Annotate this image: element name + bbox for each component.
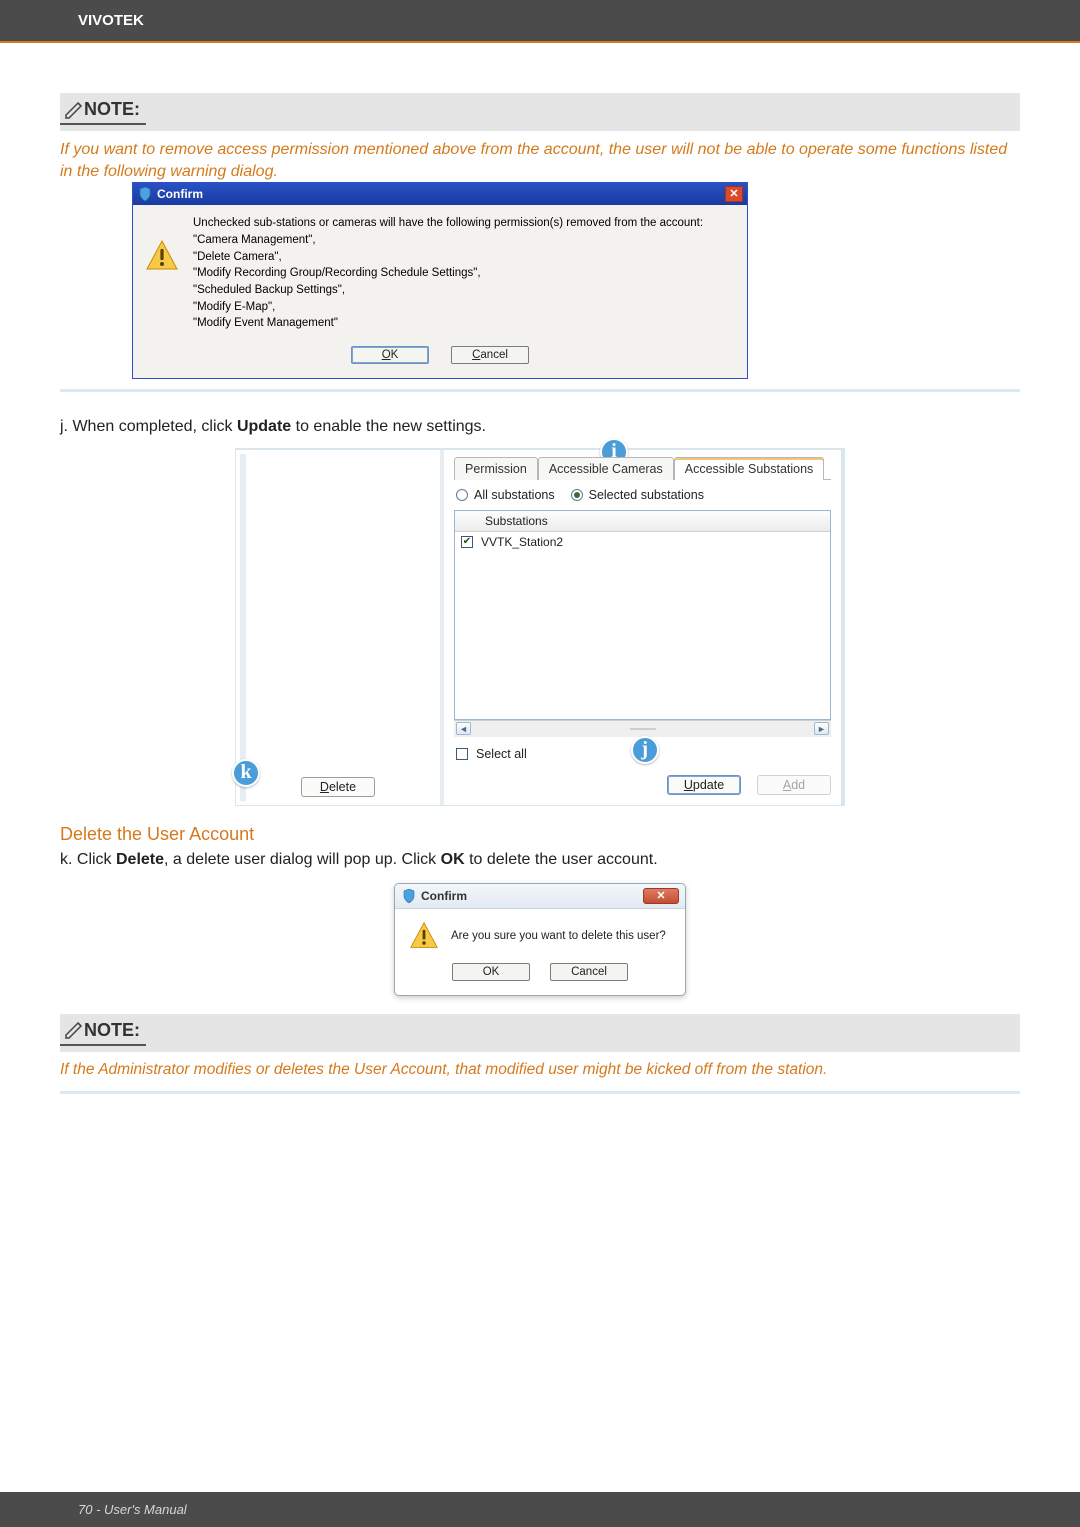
confirm-line: "Delete Camera", <box>193 249 703 266</box>
tab-permission[interactable]: Permission <box>454 457 538 480</box>
radio-label: Selected substations <box>589 488 704 502</box>
confirm-title-bar: Confirm ✕ <box>133 183 747 205</box>
ok-button[interactable]: OK <box>351 346 429 364</box>
footer-text: 70 - User's Manual <box>78 1502 187 1517</box>
confirm-message: Are you sure you want to delete this use… <box>451 930 666 942</box>
note-bar: NOTE: <box>60 93 1020 131</box>
shield-icon <box>139 187 151 201</box>
note-heading: NOTE: <box>84 1020 140 1041</box>
substation-scope-radios: All substations Selected substations <box>454 480 831 510</box>
confirm-body-text: Unchecked sub-stations or cameras will h… <box>193 215 703 332</box>
pencil-icon <box>64 1020 84 1040</box>
confirm-line: "Camera Management", <box>193 232 703 249</box>
tab-accessible-substations[interactable]: Accessible Substations <box>674 457 825 480</box>
step-k-text: k. Click Delete, a delete user dialog wi… <box>60 851 1020 869</box>
warning-icon <box>409 921 439 951</box>
callout-k: k <box>232 759 260 787</box>
section-divider <box>60 389 1020 392</box>
note-text: If you want to remove access permission … <box>60 139 1020 182</box>
substations-panel: k Delete i Permission Accessible Cameras… <box>235 448 845 806</box>
confirm-line: "Modify Event Management" <box>193 315 703 332</box>
list-item-label: VVTK_Station2 <box>481 535 563 549</box>
note-bar: NOTE: <box>60 1014 1020 1052</box>
panel-left-column: k Delete <box>236 450 444 805</box>
checkbox-empty-icon[interactable] <box>456 748 468 760</box>
tab-bar: Permission Accessible Cameras Accessible… <box>454 456 831 480</box>
confirm-line: "Modify E-Map", <box>193 299 703 316</box>
pencil-icon <box>64 100 84 120</box>
scroll-thumb[interactable] <box>630 728 656 730</box>
radio-icon <box>456 489 468 501</box>
checkbox-checked-icon[interactable]: ✔ <box>461 536 473 548</box>
select-all-row[interactable]: Select all j <box>454 737 831 761</box>
confirm-dialog-permissions: Confirm ✕ Unchecked sub-stations or came… <box>132 182 748 379</box>
page-footer: 70 - User's Manual <box>0 1492 1080 1527</box>
confirm-line: Unchecked sub-stations or cameras will h… <box>193 215 703 232</box>
scroll-left-icon[interactable]: ◄ <box>456 722 471 735</box>
close-button[interactable]: ✕ <box>643 888 679 904</box>
radio-label: All substations <box>474 488 555 502</box>
confirm-line: "Scheduled Backup Settings", <box>193 282 703 299</box>
confirm-title: Confirm <box>421 889 467 903</box>
header-bar: VIVOTEK <box>0 0 1080 41</box>
close-button[interactable]: ✕ <box>725 186 743 202</box>
radio-selected-substations[interactable]: Selected substations <box>571 488 704 502</box>
callout-j: j <box>631 736 659 764</box>
add-button: Add <box>757 775 831 795</box>
delete-account-heading: Delete the User Account <box>60 824 1020 845</box>
column-header: Substations <box>455 511 830 532</box>
close-x-icon: ✕ <box>729 189 738 200</box>
shield-icon <box>403 889 415 903</box>
confirm-delete-dialog: Confirm ✕ Are you sure you want to delet… <box>394 883 686 996</box>
list-item[interactable]: ✔ VVTK_Station2 <box>455 532 830 552</box>
scroll-right-icon[interactable]: ► <box>814 722 829 735</box>
horizontal-scrollbar[interactable]: ◄ ► <box>454 720 831 737</box>
panel-left-border <box>240 454 246 801</box>
brand-label: VIVOTEK <box>78 12 1060 29</box>
warning-icon <box>145 239 179 273</box>
radio-all-substations[interactable]: All substations <box>456 488 555 502</box>
confirm-title: Confirm <box>157 187 203 201</box>
select-all-label: Select all <box>476 747 527 761</box>
update-button[interactable]: Update <box>667 775 741 795</box>
substations-list[interactable]: Substations ✔ VVTK_Station2 <box>454 510 831 720</box>
section-divider <box>60 1091 1020 1094</box>
ok-button[interactable]: OK <box>452 963 530 981</box>
radio-icon <box>571 489 583 501</box>
confirm-title-bar: Confirm ✕ <box>395 884 685 909</box>
note-heading: NOTE: <box>84 99 140 120</box>
tab-accessible-cameras[interactable]: Accessible Cameras <box>538 457 674 480</box>
step-j-text: j. When completed, click Update to enabl… <box>60 418 1020 436</box>
note-text: If the Administrator modifies or deletes… <box>60 1060 1020 1081</box>
cancel-button[interactable]: Cancel <box>550 963 628 981</box>
cancel-button[interactable]: Cancel <box>451 346 529 364</box>
confirm-line: "Modify Recording Group/Recording Schedu… <box>193 265 703 282</box>
delete-button[interactable]: Delete <box>301 777 375 797</box>
